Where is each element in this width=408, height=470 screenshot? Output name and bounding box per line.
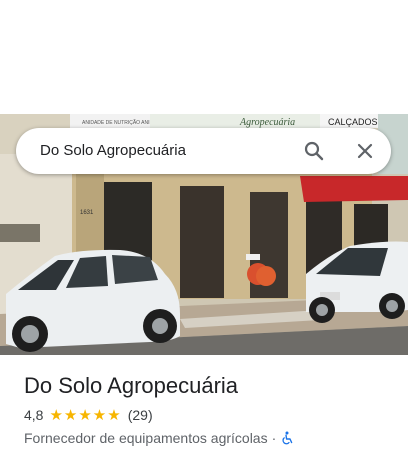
close-icon[interactable] xyxy=(354,140,376,162)
search-icon[interactable] xyxy=(303,140,325,162)
category-row: Fornecedor de equipamentos agrícolas · xyxy=(24,430,394,446)
place-info-panel: Do Solo Agropecuária 4,8 ★★★★★ (29) Forn… xyxy=(24,372,394,446)
separator-dot: · xyxy=(271,430,277,446)
address-number: 1631 xyxy=(80,210,94,216)
search-box[interactable]: Do Solo Agropecuária xyxy=(16,128,391,174)
search-query-text[interactable]: Do Solo Agropecuária xyxy=(40,142,186,159)
map-blank-area xyxy=(0,0,408,114)
rating-value: 4,8 xyxy=(24,407,44,423)
place-title[interactable]: Do Solo Agropecuária xyxy=(24,372,394,400)
star-rating-icon: ★★★★★ xyxy=(49,407,122,424)
rating-row[interactable]: 4,8 ★★★★★ (29) xyxy=(24,406,394,424)
wheelchair-icon xyxy=(280,431,294,445)
sign-text-2: Agropecuária xyxy=(239,117,295,128)
sign-text-1: ANIDADE DE NUTRIÇÃO ANIMAL xyxy=(82,119,160,126)
review-count[interactable]: (29) xyxy=(128,407,153,423)
sign-text-3: CALÇADOS xyxy=(328,117,378,127)
place-category: Fornecedor de equipamentos agrícolas xyxy=(24,430,268,446)
